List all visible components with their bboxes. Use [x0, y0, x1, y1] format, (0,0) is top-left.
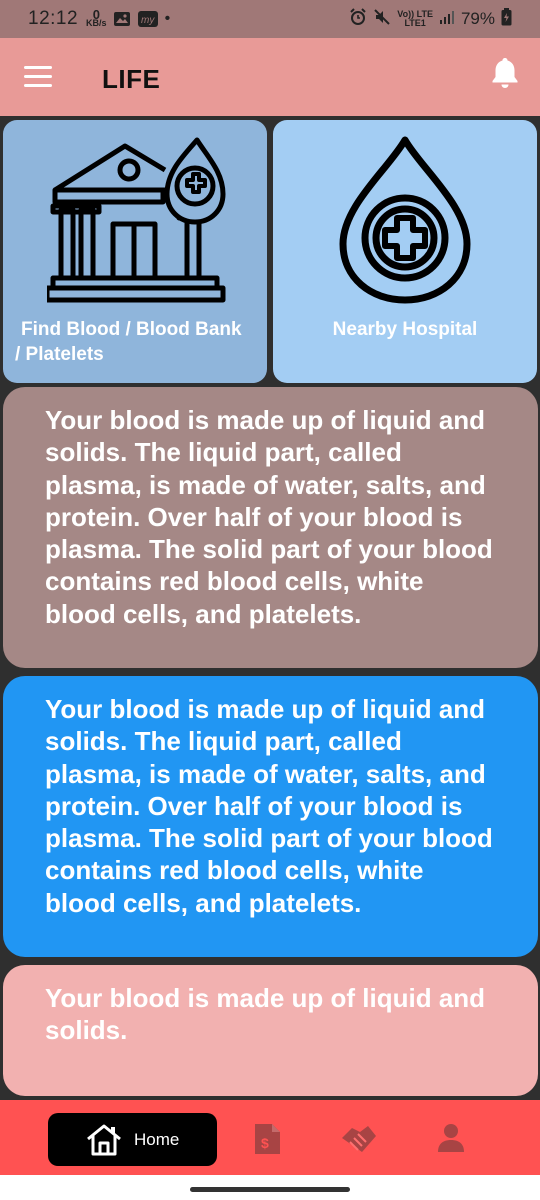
info-card: Your blood is made up of liquid and soli… [3, 965, 538, 1096]
volte-bottom: LTE1 [404, 18, 426, 28]
info-card-text: Your blood is made up of liquid and soli… [45, 983, 486, 1046]
nav-home-button[interactable]: Home [48, 1113, 217, 1166]
battery-icon [501, 7, 512, 31]
info-card: Your blood is made up of liquid and soli… [3, 676, 538, 957]
blood-bank-building-icon [44, 128, 227, 313]
bell-icon[interactable] [490, 56, 520, 90]
svg-text:$: $ [261, 1135, 269, 1151]
document-icon[interactable]: $ [252, 1122, 286, 1156]
hamburger-menu-icon[interactable] [24, 66, 52, 88]
person-icon[interactable] [436, 1122, 470, 1156]
mute-icon [373, 8, 391, 31]
status-right-group: Vo)) LTE LTE1 79% [349, 7, 512, 31]
info-card-text: Your blood is made up of liquid and soli… [45, 694, 493, 918]
status-time: 12:12 [28, 8, 79, 29]
myntra-icon: my [137, 10, 159, 28]
find-blood-label: Find Blood / Blood Bank / Platelets [15, 319, 242, 365]
blood-drop-medical-cross-icon [335, 134, 475, 309]
alarm-icon [349, 7, 367, 31]
network-speed-unit: KB/s [86, 18, 107, 28]
notification-dot: • [164, 10, 171, 27]
status-bar: 12:12 0 KB/s my • Vo)) LTE LTE1 79% [0, 0, 540, 38]
home-icon [86, 1124, 122, 1156]
signal-icon [439, 9, 455, 29]
info-card-text: Your blood is made up of liquid and soli… [45, 405, 493, 629]
app-bar: LIFE [0, 38, 540, 116]
battery-percent: 79% [460, 9, 495, 28]
bottom-navigation: Home $ [0, 1100, 540, 1175]
handshake-icon[interactable] [340, 1122, 376, 1156]
app-title: LIFE [102, 64, 161, 94]
network-speed: 0 KB/s [86, 8, 107, 28]
nav-home-label: Home [134, 1129, 180, 1149]
volte-indicator: Vo)) LTE LTE1 [397, 10, 433, 28]
info-card: Your blood is made up of liquid and soli… [3, 387, 538, 668]
find-blood-tile[interactable]: Find Blood / Blood Bank / Platelets [3, 120, 267, 383]
svg-text:my: my [141, 15, 155, 26]
nearby-hospital-tile[interactable]: Nearby Hospital [273, 120, 537, 383]
gallery-icon [113, 11, 131, 27]
gesture-navigation-bar[interactable] [190, 1187, 350, 1192]
nearby-hospital-label: Nearby Hospital [332, 319, 478, 340]
